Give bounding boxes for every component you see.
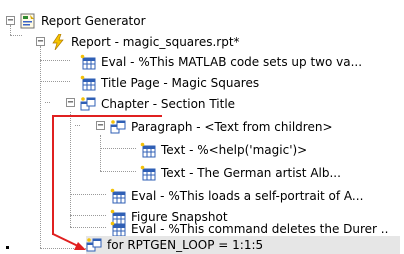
- tree-connector: [70, 215, 106, 216]
- tree-node-text[interactable]: Text - The German artist Alb...: [140, 163, 341, 183]
- paragraph-icon: [110, 120, 126, 134]
- tree-connector: [40, 46, 41, 248]
- table-component-icon: [80, 75, 96, 91]
- tree-node-label: Text - %<help('magic')>: [161, 143, 308, 157]
- tree-node-label: Text - The German artist Alb...: [161, 166, 341, 180]
- tree-connector: [100, 148, 136, 149]
- tree-connector: [10, 25, 11, 35]
- tree-node-eval[interactable]: Eval - %This loads a self-portrait of A.…: [110, 186, 363, 206]
- tree-connector: [70, 227, 106, 228]
- table-component-icon: [140, 165, 156, 181]
- collapse-toggle-root[interactable]: −: [6, 16, 15, 26]
- tree-connector: [10, 35, 22, 36]
- tree-node-label: Eval - %This loads a self-portrait of A.…: [131, 189, 364, 203]
- tree-node-chapter[interactable]: Chapter - Section Title: [80, 94, 235, 114]
- drop-marker: [6, 246, 9, 249]
- tree-connector: [100, 135, 101, 171]
- tree-connector: [70, 112, 71, 227]
- tree-node-report-generator[interactable]: Report Generator: [20, 11, 146, 31]
- tree-node-label: Title Page - Magic Squares: [101, 76, 260, 90]
- tree-node-label: Paragraph - <Text from children>: [131, 120, 333, 134]
- report-explorer-tree: − − − − Report Generator Report - magic_…: [0, 0, 404, 254]
- drag-path-line: [52, 115, 54, 235]
- lightning-icon: [52, 34, 64, 50]
- collapse-toggle-paragraph[interactable]: −: [96, 121, 105, 131]
- tree-node-label: Report Generator: [41, 14, 146, 28]
- tree-node-report[interactable]: Report - magic_squares.rpt*: [50, 32, 240, 52]
- collapse-toggle-report[interactable]: −: [36, 37, 45, 47]
- drag-path-line: [52, 115, 162, 117]
- tree-node-label: Eval - %This command deletes the Durer .…: [131, 222, 389, 236]
- tree-connector: [45, 102, 50, 103]
- report-generator-icon: [20, 13, 35, 29]
- table-component-icon: [110, 221, 126, 237]
- tree-node-title-page[interactable]: Title Page - Magic Squares: [80, 73, 259, 93]
- table-component-icon: [140, 142, 156, 158]
- collapse-toggle-chapter[interactable]: −: [66, 98, 75, 108]
- tree-node-label: Report - magic_squares.rpt*: [71, 35, 240, 49]
- drag-arrow-icon: [52, 233, 86, 250]
- tree-node-text[interactable]: Text - %<help('magic')>: [140, 140, 307, 160]
- table-component-icon: [80, 54, 96, 70]
- tree-connector: [40, 81, 70, 82]
- tree-connector: [100, 171, 136, 172]
- tree-node-label: Chapter - Section Title: [101, 97, 236, 111]
- chapter-icon: [80, 97, 96, 111]
- tree-node-for-loop[interactable]: for RPTGEN_LOOP = 1:1:5: [86, 236, 400, 254]
- tree-connector: [40, 60, 70, 61]
- tree-node-label: for RPTGEN_LOOP = 1:1:5: [107, 238, 264, 252]
- tree-connector: [70, 194, 106, 195]
- tree-connector: [75, 125, 80, 126]
- tree-node-eval[interactable]: Eval - %This MATLAB code sets up two va.…: [80, 52, 362, 72]
- table-component-icon: [110, 188, 126, 204]
- tree-node-paragraph[interactable]: Paragraph - <Text from children>: [110, 117, 333, 137]
- tree-node-label: Eval - %This MATLAB code sets up two va.…: [101, 55, 363, 69]
